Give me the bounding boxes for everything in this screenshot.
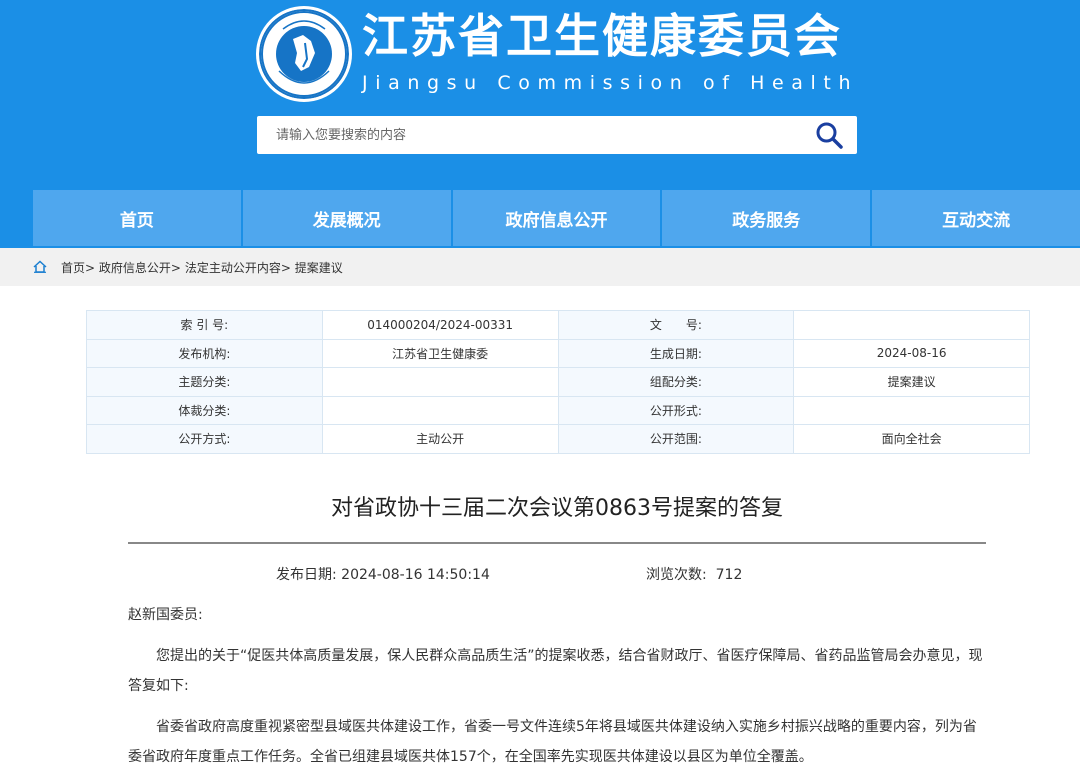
meta-value: 主动公开 [321,424,559,454]
meta-label: 公开方式: [86,424,323,454]
breadcrumb-mandatory-disclosure[interactable]: 法定主动公开内容 [185,261,281,275]
meta-label: 组配分类: [557,367,795,397]
main-nav: 首页 发展概况 政府信息公开 政务服务 互动交流 [33,190,1080,246]
breadcrumb-home[interactable]: 首页 [61,261,85,275]
breadcrumb-separator: > [170,261,181,275]
nav-item-interaction[interactable]: 互动交流 [872,190,1080,246]
nav-item-home[interactable]: 首页 [33,190,243,246]
search-button[interactable] [809,119,849,151]
meta-value [321,395,559,425]
nav-item-gov-info[interactable]: 政府信息公开 [452,190,663,246]
table-row: 索 引 号: 014000204/2024-00331 文 号: [86,310,1030,340]
article-paragraph: 省委省政府高度重视紧密型县域医共体建设工作，省委一号文件连续5年将县域医共体建设… [128,719,977,765]
article-title: 对省政协十三届二次会议第0863号提案的答复 [331,496,783,521]
meta-value: 014000204/2024-00331 [321,310,559,340]
meta-label: 文 号: [557,310,795,340]
meta-label: 索 引 号: [86,310,323,340]
view-count-value: 712 [715,567,743,583]
site-title: 江苏省卫生健康委员会 [362,9,842,63]
document-meta-table: 索 引 号: 014000204/2024-00331 文 号: 发布机构: 江… [86,310,1030,454]
site-logo[interactable] [256,6,352,102]
table-row: 公开方式: 主动公开 公开范围: 面向全社会 [86,424,1030,454]
publish-date-value: 2024-08-16 14:50:14 [341,567,490,583]
meta-value: 2024-08-16 [793,338,1030,368]
meta-value [793,395,1030,425]
meta-value [793,310,1030,340]
publish-date-label: 发布日期: [276,567,337,583]
table-row: 发布机构: 江苏省卫生健康委 生成日期: 2024-08-16 [86,338,1030,368]
breadcrumb-gov-info[interactable]: 政府信息公开 [99,261,171,275]
view-count-label: 浏览次数: [646,567,707,583]
search-input[interactable] [257,116,797,154]
nav-item-overview[interactable]: 发展概况 [242,190,453,246]
meta-label: 发布机构: [86,338,323,368]
site-header: 江苏省卫生健康委员会 Jiangsu Commission of Health … [0,0,1080,248]
table-row: 主题分类: 组配分类: 提案建议 [86,367,1030,397]
breadcrumb-separator: > [85,261,96,275]
home-icon [33,260,47,273]
meta-label: 公开范围: [557,424,795,454]
breadcrumb-trail: 首页> 政府信息公开> 法定主动公开内容> 提案建议 [61,259,343,276]
meta-value [321,367,559,397]
meta-value: 提案建议 [793,367,1030,397]
table-row: 体裁分类: 公开形式: [86,395,1030,425]
meta-label: 体裁分类: [86,395,323,425]
search-bar [257,116,857,154]
breadcrumb-proposals[interactable]: 提案建议 [295,261,343,275]
publish-date: 发布日期: 2024-08-16 14:50:14 [276,564,490,584]
meta-label: 公开形式: [557,395,795,425]
view-count: 浏览次数: 712 [646,564,742,584]
meta-label: 主题分类: [86,367,323,397]
site-subtitle: Jiangsu Commission of Health [362,72,859,94]
meta-label: 生成日期: [557,338,795,368]
breadcrumb-separator: > [280,261,291,275]
logo-emblem-icon [261,11,347,97]
breadcrumb: 首页> 政府信息公开> 法定主动公开内容> 提案建议 [0,248,1080,286]
nav-item-services[interactable]: 政务服务 [662,190,873,246]
article-paragraph: 您提出的关于“促医共体高质量发展，保人民群众高品质生活”的提案收悉，结合省财政厅… [128,648,983,694]
meta-value: 面向全社会 [793,424,1030,454]
title-divider [128,542,986,544]
article-greeting: 赵新国委员: [128,607,203,623]
meta-value: 江苏省卫生健康委 [321,338,559,368]
search-icon [816,122,843,149]
